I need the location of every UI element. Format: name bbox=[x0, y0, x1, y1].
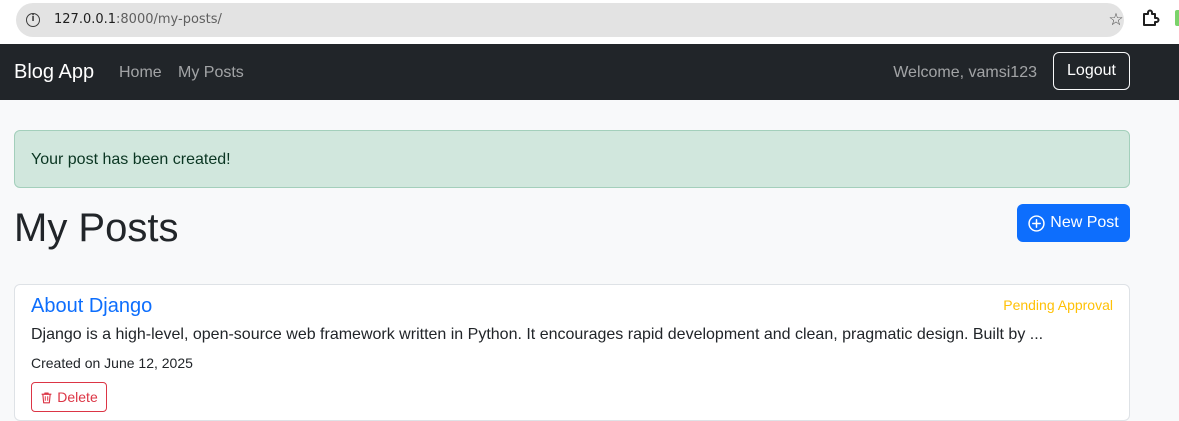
url-host: 127.0.0.1 bbox=[54, 12, 117, 27]
navbar-brand[interactable]: Blog App bbox=[14, 61, 94, 84]
new-post-button[interactable]: New Post bbox=[1017, 204, 1130, 242]
new-post-label: New Post bbox=[1050, 214, 1119, 231]
nav-link-home[interactable]: Home bbox=[119, 64, 162, 82]
nav-link-my-posts[interactable]: My Posts bbox=[178, 64, 244, 82]
trash-icon bbox=[41, 391, 52, 403]
url-path: :8000/my-posts/ bbox=[116, 12, 222, 27]
info-circle-icon[interactable]: i bbox=[26, 13, 40, 27]
welcome-text: Welcome, vamsi123 bbox=[893, 64, 1037, 81]
post-excerpt: Django is a high-level, open-source web … bbox=[31, 326, 1044, 343]
page-title: My Posts bbox=[14, 206, 179, 250]
profile-edge bbox=[1175, 10, 1179, 26]
browser-toolbar: i 127.0.0.1:8000/my-posts/ ☆ bbox=[0, 0, 1179, 44]
puzzle-icon[interactable] bbox=[1140, 8, 1160, 28]
delete-label: Delete bbox=[57, 389, 98, 405]
navbar: Blog App Home My Posts Welcome, vamsi123… bbox=[0, 44, 1179, 100]
address-bar[interactable]: i 127.0.0.1:8000/my-posts/ ☆ bbox=[16, 3, 1124, 37]
url-text[interactable]: 127.0.0.1:8000/my-posts/ bbox=[54, 12, 222, 27]
star-icon[interactable]: ☆ bbox=[1106, 10, 1126, 30]
post-created-date: Created on June 12, 2025 bbox=[31, 355, 193, 371]
post-title[interactable]: About Django bbox=[31, 295, 152, 318]
status-badge: Pending Approval bbox=[1003, 297, 1113, 313]
success-alert: Your post has been created! bbox=[14, 130, 1130, 188]
logout-button[interactable]: Logout bbox=[1053, 52, 1130, 90]
plus-circle-icon bbox=[1028, 214, 1045, 232]
post-card: About Django Pending Approval Django is … bbox=[14, 284, 1130, 421]
delete-button[interactable]: Delete bbox=[31, 382, 107, 412]
alert-message: Your post has been created! bbox=[31, 151, 231, 168]
